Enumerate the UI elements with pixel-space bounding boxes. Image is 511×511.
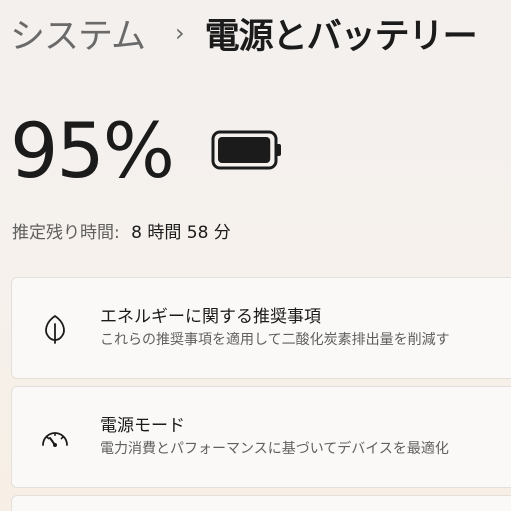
energy-recommendations-title: エネルギーに関する推奨事項 [100,307,321,327]
breadcrumb: システム › 電源とバッテリー [10,8,478,59]
battery-fill [217,137,271,163]
remaining-time-label: 推定残り時間: [12,223,120,243]
gauge-icon [40,423,70,453]
remaining-time: 推定残り時間: 8 時間 58 分 [12,218,231,243]
energy-recommendations-card[interactable]: エネルギーに関する推奨事項 これらの推奨事項を適用して二酸化炭素排出量を削減す [11,277,511,379]
next-settings-card[interactable] [11,495,511,511]
battery-percentage: 95% [10,105,175,195]
power-mode-description: 電力消費とパフォーマンスに基づいてデバイスを最適化 [100,441,449,457]
power-mode-card[interactable]: 電源モード 電力消費とパフォーマンスに基づいてデバイスを最適化 [11,386,511,488]
leaf-icon [40,314,70,344]
battery-status: 95% [10,105,283,195]
remaining-time-value: 8 時間 58 分 [131,223,231,243]
power-mode-title: 電源モード [100,416,185,436]
breadcrumb-system-link[interactable]: システム [10,8,146,59]
battery-icon [211,129,283,171]
page-title: 電源とバッテリー [204,16,478,57]
energy-recommendations-description: これらの推奨事項を適用して二酸化炭素排出量を削減す [100,332,450,348]
breadcrumb-separator: › [174,19,185,47]
